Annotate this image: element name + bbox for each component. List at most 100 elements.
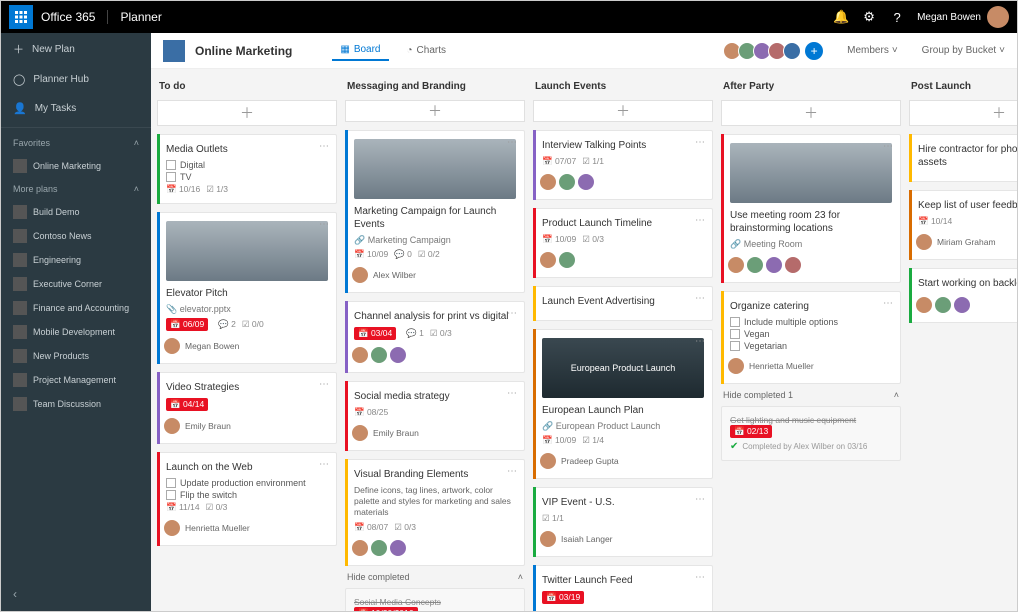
user-avatar[interactable] — [987, 6, 1009, 28]
tab-board[interactable]: ▦ Board — [332, 40, 388, 61]
planner-hub-link[interactable]: ◯ Planner Hub — [1, 65, 151, 94]
sidebar-plan-item[interactable]: Team Discussion — [1, 392, 151, 416]
checklist-item[interactable]: Vegetarian — [730, 341, 892, 351]
task-card[interactable]: ⋯Video Strategies📅 04/14Emily Braun — [157, 372, 337, 444]
assignee-avatar[interactable] — [351, 266, 369, 284]
checklist-item[interactable]: TV — [166, 172, 328, 182]
sidebar-plan-favorite[interactable]: Online Marketing — [1, 154, 151, 178]
completed-task-card[interactable]: Get lighting and music equipment 📅 02/13… — [721, 406, 901, 461]
task-card[interactable]: ⋯Launch Event Advertising — [533, 286, 713, 321]
card-menu-icon[interactable]: ⋯ — [507, 137, 518, 148]
assignee-avatar[interactable] — [163, 417, 181, 435]
card-menu-icon[interactable]: ⋯ — [507, 466, 518, 477]
card-menu-icon[interactable]: ⋯ — [695, 293, 706, 304]
favorites-header[interactable]: Favorites ˄ — [1, 132, 151, 154]
assignee-avatar[interactable] — [163, 519, 181, 537]
card-menu-icon[interactable]: ⋯ — [319, 379, 330, 390]
assignee-avatar[interactable] — [389, 346, 407, 364]
card-menu-icon[interactable]: ⋯ — [319, 141, 330, 152]
card-menu-icon[interactable]: ⋯ — [507, 388, 518, 399]
task-card[interactable]: ⋯Keep list of user feedback📅 10/14Miriam… — [909, 190, 1017, 260]
add-task-button[interactable]: ＋ — [909, 100, 1017, 126]
assignee-avatar[interactable] — [539, 173, 557, 191]
bucket-title[interactable]: Messaging and Branding — [345, 77, 525, 100]
card-menu-icon[interactable]: ⋯ — [695, 572, 706, 583]
card-link[interactable]: 🔗 Marketing Campaign — [354, 235, 516, 246]
card-menu-icon[interactable]: ⋯ — [695, 137, 706, 148]
card-menu-icon[interactable]: ⋯ — [883, 298, 894, 309]
group-by-dropdown[interactable]: Group by Bucket ˅ — [922, 45, 1005, 56]
card-attachment[interactable]: 📎 elevator.pptx — [166, 304, 328, 315]
assignee-avatar[interactable] — [351, 424, 369, 442]
assignee-avatar[interactable] — [746, 256, 764, 274]
assignee-avatar[interactable] — [577, 173, 595, 191]
task-card[interactable]: ⋯Use meeting room 23 for brainstorming l… — [721, 134, 901, 283]
checklist-item[interactable]: Digital — [166, 160, 328, 170]
hide-completed-toggle[interactable]: Hide completed 1 ˄ — [721, 384, 901, 406]
add-task-button[interactable]: ＋ — [721, 100, 901, 126]
card-link[interactable]: 🔗 Meeting Room — [730, 239, 892, 250]
assignee-avatar[interactable] — [727, 357, 745, 375]
sidebar-plan-item[interactable]: Mobile Development — [1, 320, 151, 344]
collapse-sidebar-icon[interactable]: ‹ — [13, 587, 17, 601]
bucket-title[interactable]: To do — [157, 77, 337, 100]
assignee-avatar[interactable] — [539, 530, 557, 548]
sidebar-plan-item[interactable]: Build Demo — [1, 200, 151, 224]
member-avatars[interactable]: + — [726, 42, 823, 60]
sidebar-plan-item[interactable]: Finance and Accounting — [1, 296, 151, 320]
assignee-avatar[interactable] — [727, 256, 745, 274]
task-card[interactable]: ⋯Visual Branding ElementsDefine icons, t… — [345, 459, 525, 566]
add-task-button[interactable]: ＋ — [533, 100, 713, 122]
checklist-item[interactable]: Include multiple options — [730, 317, 892, 327]
settings-gear-icon[interactable]: ⚙ — [855, 3, 883, 31]
task-card[interactable]: ⋯European Product LaunchEuropean Launch … — [533, 329, 713, 479]
sidebar-plan-item[interactable]: Project Management — [1, 368, 151, 392]
assignee-avatar[interactable] — [558, 251, 576, 269]
user-name[interactable]: Megan Bowen — [917, 12, 981, 23]
members-dropdown[interactable]: Members ˅ — [847, 45, 898, 56]
assignee-avatar[interactable] — [351, 346, 369, 364]
assignee-avatar[interactable] — [389, 539, 407, 557]
assignee-avatar[interactable] — [765, 256, 783, 274]
sidebar-plan-item[interactable]: Executive Corner — [1, 272, 151, 296]
task-card[interactable]: ⋯Start working on backlog items — [909, 268, 1017, 323]
assignee-avatar[interactable] — [539, 610, 557, 611]
add-member-icon[interactable]: + — [805, 42, 823, 60]
assignee-avatar[interactable] — [539, 452, 557, 470]
assignee-avatar[interactable] — [915, 296, 933, 314]
task-card[interactable]: ⋯Social media strategy📅 08/25Emily Braun — [345, 381, 525, 451]
card-menu-icon[interactable]: ⋯ — [507, 308, 518, 319]
task-card[interactable]: ⋯Organize cateringInclude multiple optio… — [721, 291, 901, 384]
card-menu-icon[interactable]: ⋯ — [883, 141, 894, 152]
assignee-avatar[interactable] — [539, 251, 557, 269]
assignee-avatar[interactable] — [351, 539, 369, 557]
assignee-avatar[interactable] — [370, 539, 388, 557]
tab-charts[interactable]: ◔ Charts — [399, 41, 455, 60]
assignee-avatar[interactable] — [953, 296, 971, 314]
bucket-title[interactable]: Launch Events — [533, 77, 713, 100]
assignee-avatar[interactable] — [915, 233, 933, 251]
task-card[interactable]: ⋯VIP Event - U.S.☑ 1/1Isaiah Langer — [533, 487, 713, 557]
task-card[interactable]: ⋯Channel analysis for print vs digital📅 … — [345, 301, 525, 373]
card-menu-icon[interactable]: ⋯ — [319, 219, 330, 230]
app-launcher[interactable] — [9, 5, 33, 29]
card-menu-icon[interactable]: ⋯ — [695, 336, 706, 347]
help-icon[interactable]: ? — [883, 3, 911, 31]
assignee-avatar[interactable] — [558, 173, 576, 191]
task-card[interactable]: ⋯Marketing Campaign for Launch Events🔗 M… — [345, 130, 525, 293]
add-task-button[interactable]: ＋ — [157, 100, 337, 126]
add-task-button[interactable]: ＋ — [345, 100, 525, 122]
more-plans-header[interactable]: More plans ˄ — [1, 178, 151, 200]
task-card[interactable]: ⋯Hire contractor for photography assets — [909, 134, 1017, 182]
hide-completed-toggle[interactable]: Hide completed ˄ — [345, 566, 525, 588]
task-card[interactable]: ⋯Twitter Launch Feed📅 03/19Emily Braun — [533, 565, 713, 611]
assignee-avatar[interactable] — [370, 346, 388, 364]
checklist-item[interactable]: Vegan — [730, 329, 892, 339]
my-tasks-link[interactable]: 👤 My Tasks — [1, 94, 151, 123]
task-card[interactable]: ⋯Product Launch Timeline📅 10/09☑ 0/3 — [533, 208, 713, 278]
completed-task-card[interactable]: Social Media Concepts 📅 10/20/2016 ✔Comp… — [345, 588, 525, 611]
bucket-title[interactable]: After Party — [721, 77, 901, 100]
checklist-item[interactable]: Flip the switch — [166, 490, 328, 500]
task-card[interactable]: ⋯Interview Talking Points📅 07/07☑ 1/1 — [533, 130, 713, 200]
sidebar-plan-item[interactable]: Engineering — [1, 248, 151, 272]
